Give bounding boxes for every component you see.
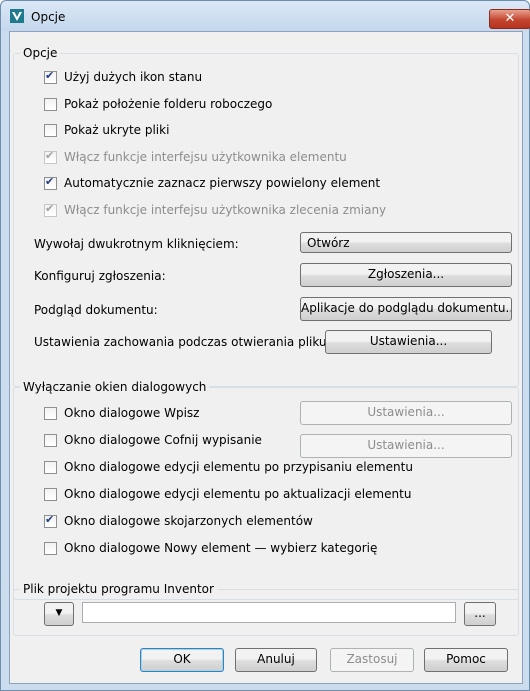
browse-button[interactable]: ...	[464, 602, 496, 626]
checkbox-label: Włącz funkcje interfejsu użytkownika ele…	[64, 150, 347, 164]
project-file-group: Plik projektu programu Inventor ▼ ...	[13, 582, 519, 636]
chevron-down-icon: ▼	[55, 608, 63, 618]
double-click-value: Otwórz	[307, 236, 350, 250]
preview-apps-button[interactable]: Aplikacje do podglądu dokumentu...	[300, 297, 512, 321]
open-behavior-label: Ustawienia zachowania podczas otwierania…	[34, 335, 331, 349]
project-dropdown-button[interactable]: ▼	[44, 602, 74, 626]
configure-label: Konfiguruj zgłoszenia:	[34, 269, 166, 283]
help-button[interactable]: Pomoc	[424, 648, 508, 672]
dialogs-group: Wyłączanie okien dialogowych Okno dialog…	[13, 380, 519, 600]
options-dialog: Opcje ✕ Opcje Użyj dużych ikon stanu Pok…	[0, 0, 530, 691]
checkbox-box[interactable]	[44, 461, 57, 474]
checkbox-box[interactable]	[44, 434, 57, 447]
checkbox-label: Automatycznie zaznacz pierwszy powielony…	[64, 176, 381, 190]
checkbox-box[interactable]	[44, 124, 57, 137]
checkbox-box[interactable]	[44, 69, 57, 84]
window-title: Opcje	[31, 10, 66, 24]
checkbox-box[interactable]	[44, 407, 57, 420]
dialog-body: Opcje Użyj dużych ikon stanu Pokaż położ…	[9, 31, 523, 684]
checkbox-box[interactable]	[44, 175, 57, 190]
checkbox-label: Użyj dużych ikon stanu	[64, 70, 203, 84]
cancel-button[interactable]: Anuluj	[235, 648, 317, 672]
checkbox-label: Okno dialogowe edycji elementu po aktual…	[64, 487, 412, 501]
checkbox-label: Włącz funkcje interfejsu użytkownika zle…	[64, 203, 387, 217]
checkbox-label: Okno dialogowe Nowy element — wybierz ka…	[64, 541, 378, 555]
vault-app-icon	[10, 9, 24, 23]
double-click-label: Wywołaj dwukrotnym kliknięciem:	[34, 237, 239, 251]
dialogs-group-title: Wyłączanie okien dialogowych	[20, 380, 210, 394]
undo-checkout-settings-button: Ustawienia...	[300, 434, 512, 458]
options-group: Opcje Użyj dużych ikon stanu Pokaż położ…	[13, 46, 519, 387]
notifications-button[interactable]: Zgłoszenia...	[300, 263, 512, 287]
checkbox-box[interactable]	[44, 513, 57, 528]
project-file-group-title: Plik projektu programu Inventor	[20, 582, 217, 596]
options-group-title: Opcje	[20, 46, 61, 60]
project-path-input[interactable]	[82, 602, 456, 623]
apply-button: Zastosuj	[330, 648, 414, 672]
check-in-settings-button: Ustawienia...	[300, 401, 512, 425]
checkbox-label: Okno dialogowe Wpisz	[64, 406, 200, 420]
checkbox-box[interactable]	[44, 488, 57, 501]
title-bar[interactable]: Opcje ✕	[1, 1, 530, 31]
checkbox-box[interactable]	[44, 542, 57, 555]
close-button[interactable]: ✕	[489, 9, 530, 29]
ok-button[interactable]: OK	[140, 648, 224, 672]
double-click-select[interactable]: Otwórz	[300, 232, 512, 253]
checkbox-box	[44, 202, 57, 217]
checkbox-label: Okno dialogowe Cofnij wypisanie	[64, 433, 262, 447]
checkbox-label: Okno dialogowe edycji elementu po przypi…	[64, 460, 413, 474]
open-behavior-settings-button[interactable]: Ustawienia...	[325, 330, 492, 354]
checkbox-label: Okno dialogowe skojarzonych elementów	[64, 514, 313, 528]
preview-label: Podgląd dokumentu:	[34, 303, 158, 317]
checkbox-box[interactable]	[44, 98, 57, 111]
checkbox-box	[44, 149, 57, 164]
checkbox-label: Pokaż ukryte pliki	[64, 123, 170, 137]
checkbox-label: Pokaż położenie folderu roboczego	[64, 97, 273, 111]
